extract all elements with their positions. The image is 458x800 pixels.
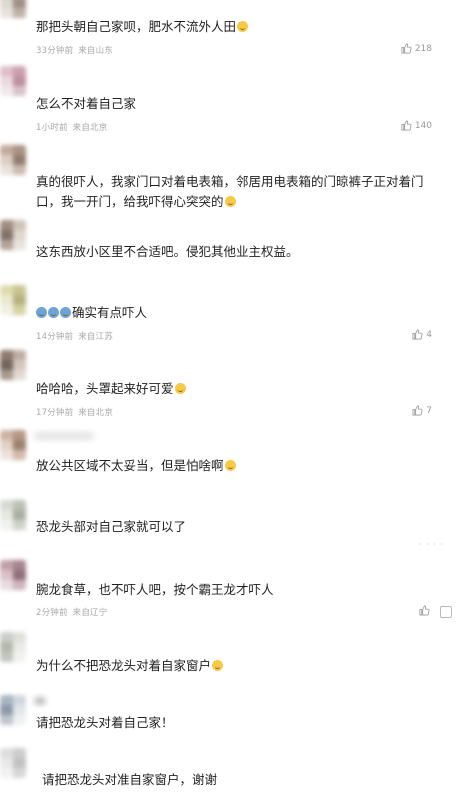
like-button[interactable] (419, 605, 430, 616)
avatar[interactable] (0, 748, 26, 778)
share-icon[interactable] (440, 606, 452, 618)
grin-emoji-icon (237, 21, 249, 32)
avatar[interactable] (0, 500, 26, 530)
avatar[interactable] (0, 66, 26, 96)
comment-text: 怎么不对着自己家 (36, 96, 137, 111)
comment-text: 放公共区域不太妥当，但是怕啥啊 (36, 456, 448, 476)
grin-emoji-icon (224, 196, 236, 207)
thumbs-up-icon (419, 605, 430, 616)
avatar[interactable] (0, 560, 26, 590)
like-button[interactable]: 218 (401, 43, 432, 54)
like-button[interactable]: 4 (412, 329, 432, 340)
comment-text: 为什么不把恐龙头对着自家窗户 (36, 656, 448, 676)
comment-meta: 1小时前 来自北京 (36, 123, 108, 133)
grin-emoji-icon (224, 460, 236, 471)
emoji-icon (48, 307, 59, 318)
avatar[interactable] (0, 695, 26, 725)
comment-text: 恐龙头部对自己家就可以了 (36, 519, 187, 534)
comment-text: 哈哈哈，头罩起来好可爱 (36, 379, 448, 399)
more-icon[interactable]: · · · · (419, 540, 444, 549)
grin-emoji-icon (174, 383, 186, 394)
comment-text: 确实有点吓人 (36, 303, 448, 323)
emoji-icon (36, 307, 47, 318)
thumbs-up-icon (412, 405, 423, 416)
avatar[interactable] (0, 350, 26, 380)
smile-emoji-icon (212, 660, 224, 671)
comment-text: 腕龙食草，也不吓人吧，按个霸王龙才吓人 (36, 582, 274, 597)
avatar[interactable] (0, 220, 26, 250)
emoji-icon (60, 307, 71, 318)
thumbs-up-icon (401, 43, 412, 54)
thumbs-up-icon (412, 329, 423, 340)
comment-text: 请把恐龙头对准自家窗户，谢谢 (42, 772, 218, 787)
comment-text: 这东西放小区里不合适吧。侵犯其他业主权益。 (36, 244, 299, 259)
avatar[interactable] (0, 285, 26, 315)
comment-meta: 14分钟前 来自江苏 (36, 332, 114, 342)
username (34, 697, 46, 705)
thumbs-up-icon (401, 120, 412, 131)
comment-text: 请把恐龙头对着自己家！ (36, 715, 174, 730)
comment-text: 真的很吓人，我家门口对着电表箱，邻居用电表箱的门晾裤子正对着门口，我一开门，给我… (36, 174, 424, 209)
avatar[interactable] (0, 632, 26, 662)
avatar[interactable] (0, 0, 26, 18)
comment-meta: 2分钟前 来自辽宁 (36, 608, 108, 618)
comment-meta: 33分钟前 来自山东 (36, 46, 114, 56)
comment-meta: 17分钟前 来自北京 (36, 408, 114, 418)
like-button[interactable]: 7 (412, 405, 432, 416)
like-button[interactable]: 140 (401, 120, 432, 131)
avatar[interactable] (0, 145, 26, 175)
username (34, 432, 94, 440)
avatar[interactable] (0, 430, 26, 460)
comment-text: 那把头朝自己家呗，肥水不流外人田 (36, 17, 448, 37)
